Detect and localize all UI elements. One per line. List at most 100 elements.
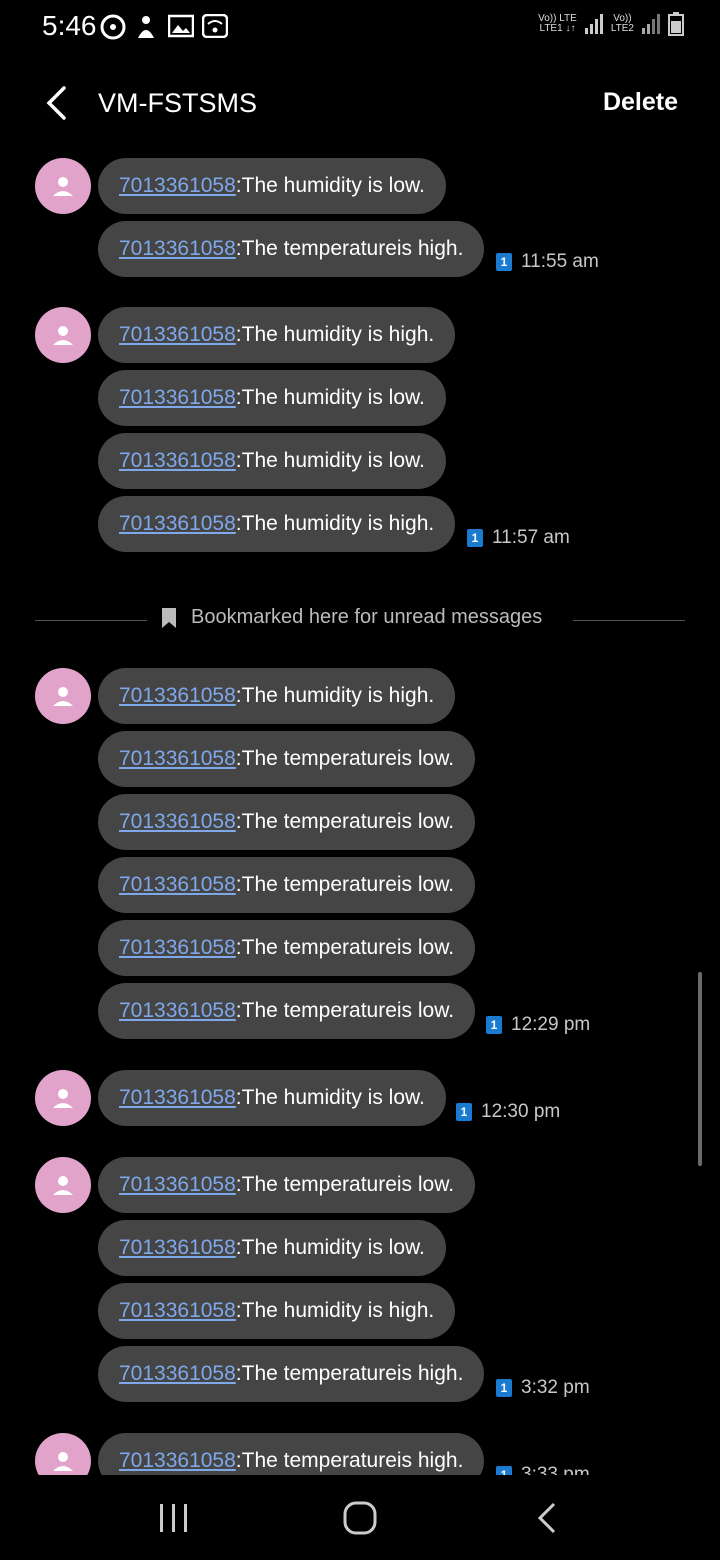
phone-link[interactable]: 7013361058 — [119, 747, 236, 771]
status-time: 5:46 — [42, 10, 97, 41]
phone-link[interactable]: 7013361058 — [119, 1086, 236, 1110]
home-icon — [343, 1501, 377, 1535]
phone-link[interactable]: 7013361058 — [119, 174, 236, 198]
wifi-icon — [201, 13, 229, 39]
message-text: :The temperatureis low. — [235, 999, 455, 1022]
message-bubble[interactable]: 7013361058:The humidity is low. — [98, 1070, 446, 1126]
phone-link[interactable]: 7013361058 — [119, 936, 236, 960]
system-nav-bar — [0, 1476, 720, 1560]
phone-link[interactable]: 7013361058 — [119, 512, 236, 536]
message-timestamp: 1 11:55 am — [496, 251, 599, 273]
phone-link[interactable]: 7013361058 — [119, 449, 236, 473]
sim1-icon: 1 — [496, 1466, 512, 1475]
sim2-network: Vo)) LTE2 — [610, 13, 634, 34]
message-bubble[interactable]: 7013361058:The humidity is high. — [98, 1283, 456, 1339]
back-nav-button[interactable] — [526, 1498, 570, 1538]
phone-link[interactable]: 7013361058 — [119, 1236, 236, 1260]
contact-avatar[interactable] — [35, 1157, 91, 1213]
message-bubble[interactable]: 7013361058:The temperatureis low. — [98, 983, 476, 1039]
divider-line — [573, 620, 685, 621]
message-bubble[interactable]: 7013361058:The temperatureis high. — [98, 1433, 485, 1475]
delete-button[interactable]: Delete — [603, 88, 678, 117]
signal-icon — [642, 14, 660, 34]
phone-link[interactable]: 7013361058 — [119, 323, 236, 347]
contact-avatar[interactable] — [35, 307, 91, 363]
phone-link[interactable]: 7013361058 — [119, 1299, 236, 1323]
network-indicators: Vo)) LTE LTE1 ↓↑ Vo)) LTE2 — [538, 12, 684, 36]
person-icon — [53, 177, 73, 196]
signal-icon — [584, 14, 603, 34]
person-notification-icon — [134, 14, 158, 38]
message-timestamp: 1 3:33 pm — [496, 1464, 590, 1475]
message-bubble[interactable]: 7013361058:The temperatureis low. — [98, 731, 476, 787]
message-text: :The temperatureis low. — [235, 936, 455, 959]
message-text: :The temperatureis low. — [235, 810, 455, 833]
message-timestamp: 1 3:32 pm — [496, 1377, 590, 1399]
contact-avatar[interactable] — [35, 158, 91, 214]
message-bubble[interactable]: 7013361058:The temperatureis low. — [98, 857, 476, 913]
message-text: :The humidity is low. — [235, 1236, 425, 1259]
person-icon — [53, 1176, 73, 1195]
fan-icon — [100, 14, 126, 40]
message-text: :The humidity is high. — [235, 323, 435, 346]
message-timestamp: 1 11:57 am — [467, 527, 570, 549]
timestamp-text: 3:32 pm — [521, 1377, 590, 1398]
message-text: :The humidity is high. — [235, 684, 435, 707]
message-bubble[interactable]: 7013361058:The humidity is high. — [98, 496, 456, 552]
message-timestamp: 1 12:29 pm — [486, 1014, 590, 1036]
phone-link[interactable]: 7013361058 — [119, 810, 236, 834]
person-icon — [53, 1089, 73, 1108]
message-text: :The humidity is low. — [235, 174, 425, 197]
message-bubble[interactable]: 7013361058:The temperatureis high. — [98, 1346, 485, 1402]
phone-link[interactable]: 7013361058 — [119, 1449, 236, 1473]
phone-link[interactable]: 7013361058 — [119, 237, 236, 261]
phone-link[interactable]: 7013361058 — [119, 873, 236, 897]
timestamp-text: 12:30 pm — [481, 1101, 561, 1122]
phone-link[interactable]: 7013361058 — [119, 1173, 236, 1197]
message-bubble[interactable]: 7013361058:The temperatureis low. — [98, 794, 476, 850]
message-bubble[interactable]: 7013361058:The humidity is low. — [98, 370, 446, 426]
sim1-icon: 1 — [456, 1103, 472, 1121]
contact-avatar[interactable] — [35, 1433, 91, 1475]
status-bar: 5:46 Vo)) LTE LTE1 ↓↑ Vo)) LTE2 — [0, 0, 720, 56]
phone-link[interactable]: 7013361058 — [119, 684, 236, 708]
scrollbar[interactable] — [698, 972, 702, 1166]
message-bubble[interactable]: 7013361058:The humidity is low. — [98, 158, 446, 214]
message-bubble[interactable]: 7013361058:The humidity is low. — [98, 1220, 446, 1276]
home-button[interactable] — [338, 1498, 382, 1538]
message-bubble[interactable]: 7013361058:The humidity is high. — [98, 668, 456, 724]
notification-icons — [100, 13, 229, 40]
sim1-icon: 1 — [486, 1016, 502, 1034]
person-icon — [53, 326, 73, 345]
contact-avatar[interactable] — [35, 1070, 91, 1126]
message-text: :The temperatureis low. — [235, 1173, 455, 1196]
message-list[interactable]: 7013361058:The humidity is low. 70133610… — [0, 150, 720, 1475]
contact-avatar[interactable] — [35, 668, 91, 724]
bookmark-icon — [162, 607, 176, 628]
conversation-header: VM-FSTSMS Delete — [0, 60, 720, 146]
message-timestamp: 1 12:30 pm — [456, 1101, 560, 1123]
unread-bookmark-divider: Bookmarked here for unread messages — [35, 606, 685, 636]
message-bubble[interactable]: 7013361058:The temperatureis high. — [98, 221, 485, 277]
gallery-icon — [167, 14, 195, 38]
back-arrow-icon — [46, 86, 66, 120]
person-icon — [53, 687, 73, 706]
message-bubble[interactable]: 7013361058:The temperatureis low. — [98, 920, 476, 976]
phone-link[interactable]: 7013361058 — [119, 1362, 236, 1386]
message-text: :The temperatureis high. — [235, 1362, 464, 1385]
back-button[interactable] — [38, 82, 78, 124]
sim1-network: Vo)) LTE LTE1 ↓↑ — [538, 13, 577, 34]
phone-link[interactable]: 7013361058 — [119, 386, 236, 410]
message-text: :The temperatureis high. — [235, 237, 464, 260]
message-bubble[interactable]: 7013361058:The humidity is high. — [98, 307, 456, 363]
message-text: :The humidity is low. — [235, 449, 425, 472]
recent-apps-button[interactable] — [152, 1498, 196, 1538]
conversation-title: VM-FSTSMS — [98, 88, 257, 118]
battery-icon — [668, 12, 684, 36]
timestamp-text: 11:55 am — [521, 251, 599, 272]
message-text: :The temperatureis low. — [235, 873, 455, 896]
message-bubble[interactable]: 7013361058:The temperatureis low. — [98, 1157, 476, 1213]
message-text: :The humidity is high. — [235, 1299, 435, 1322]
message-bubble[interactable]: 7013361058:The humidity is low. — [98, 433, 446, 489]
phone-link[interactable]: 7013361058 — [119, 999, 236, 1023]
